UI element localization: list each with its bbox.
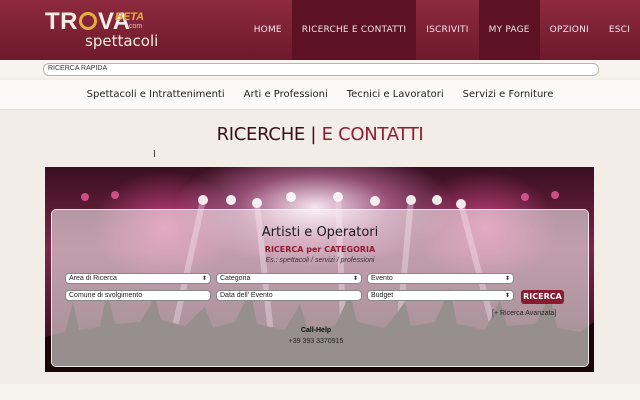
nav-my-page[interactable]: MY PAGE (478, 0, 540, 60)
nav-iscriviti[interactable]: ISCRIVITI (416, 0, 478, 60)
category-servizi[interactable]: Servizi e Forniture (463, 89, 554, 100)
evento-select[interactable]: Evento ⬍ (367, 273, 514, 284)
comune-input[interactable]: Comune di svolgimento (65, 290, 211, 301)
advanced-search-link[interactable]: [+ Ricerca Avanzata] (492, 310, 556, 317)
ricerca-button[interactable]: RICERCA (521, 290, 564, 304)
text-cursor-icon: I (153, 149, 156, 160)
area-select[interactable]: Area di Ricerca ⬍ (65, 273, 211, 284)
logo-com: .com (127, 23, 143, 30)
main-nav: HOME RICERCHE E CONTATTI ISCRIVITI MY PA… (244, 0, 640, 60)
categoria-select[interactable]: Categoria ⬍ (216, 273, 362, 284)
chevron-updown-icon: ⬍ (201, 276, 207, 282)
category-spettacoli[interactable]: Spettacoli e Intrattenimenti (87, 89, 225, 100)
footer-strip (0, 384, 640, 400)
budget-select[interactable]: Budget ⬍ (367, 290, 514, 301)
logo-subtitle: spettacoli (85, 32, 159, 50)
chevron-updown-icon: ⬍ (352, 276, 358, 282)
logo-beta-tag: BETA (115, 11, 145, 23)
call-help-phone[interactable]: +39 393 3370915 (0, 338, 632, 345)
panel-subtitle: RICERCA per CATEGORIA (264, 245, 376, 254)
category-tecnici[interactable]: Tecnici e Lavoratori (347, 89, 444, 100)
call-help-label: Call-Help (300, 327, 332, 334)
chevron-updown-icon: ⬍ (504, 293, 510, 299)
page-title: RICERCHE | E CONTATTI (216, 124, 424, 145)
nav-esci[interactable]: ESCI (599, 0, 640, 60)
category-bar: Spettacoli e Intrattenimenti Arti e Prof… (0, 80, 640, 110)
trova-spettacoli-logo[interactable]: TR VA BETA .com spettacoli (45, 8, 159, 54)
nav-ricerche-contatti[interactable]: RICERCHE E CONTATTI (291, 0, 417, 60)
top-header: TR VA BETA .com spettacoli HOME RICERCHE … (0, 0, 640, 60)
quick-search-input[interactable]: RICERCA RAPIDA (43, 63, 599, 76)
chevron-updown-icon: ⬍ (504, 276, 510, 282)
nav-opzioni[interactable]: OPZIONI (540, 0, 599, 60)
data-evento-input[interactable]: Data dell' Evento (216, 290, 362, 301)
panel-title: Artisti e Operatori (261, 225, 379, 240)
category-arti[interactable]: Arti e Professioni (244, 89, 328, 100)
panel-hint: Es.: spettacoli / servizi / professioni (265, 257, 375, 264)
nav-home[interactable]: HOME (244, 0, 292, 60)
